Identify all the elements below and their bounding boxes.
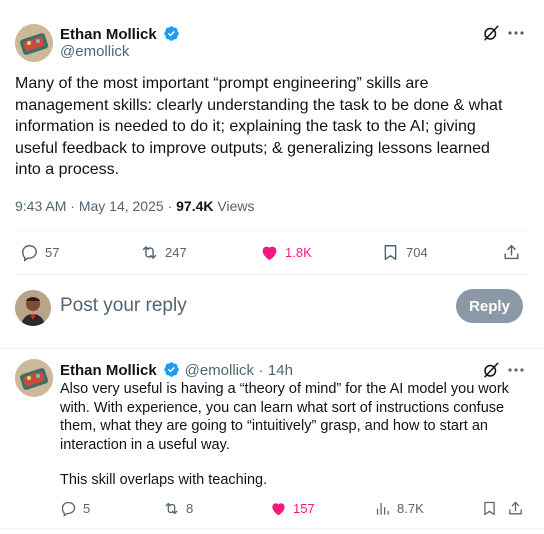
views-count: 97.4K [176, 198, 214, 214]
divider [0, 348, 544, 349]
grok-icon[interactable] [482, 361, 500, 379]
divider [15, 274, 529, 275]
reply-age[interactable]: 14h [268, 362, 293, 379]
reply-like-count: 157 [293, 501, 315, 516]
like-icon [272, 503, 285, 516]
verified-icon [164, 26, 179, 41]
repost-button[interactable]: 247 [140, 243, 187, 262]
tweet-time[interactable]: 9:43 AM [15, 198, 66, 214]
share-button[interactable] [502, 243, 521, 262]
reply-share-button[interactable] [507, 500, 524, 517]
reply-bookmark-button[interactable] [481, 500, 498, 517]
reply-repost-button[interactable]: 8 [163, 500, 193, 517]
reply-text-paragraph-2: This skill overlaps with teaching. [60, 472, 268, 488]
reply-input[interactable]: Post your reply [60, 295, 187, 317]
repost-count: 247 [165, 245, 187, 260]
divider [0, 528, 544, 529]
bookmark-button[interactable]: 704 [381, 243, 428, 262]
user-avatar[interactable] [15, 290, 51, 326]
bookmark-icon [484, 501, 495, 516]
tweet-text: Many of the most important “prompt engin… [15, 75, 503, 178]
share-icon [504, 245, 519, 260]
reply-reply-button[interactable]: 5 [60, 500, 90, 517]
reply-text: Also very useful is having a “theory of … [60, 381, 509, 453]
more-icon[interactable] [507, 26, 525, 40]
author-handle[interactable]: @emollick [60, 43, 129, 60]
reply-button[interactable]: 57 [20, 243, 59, 262]
divider [15, 230, 529, 231]
reply-icon [61, 501, 76, 517]
grok-icon[interactable] [482, 24, 500, 42]
views-icon [376, 502, 389, 515]
like-count: 1.8K [285, 245, 312, 260]
repost-icon [142, 246, 157, 259]
reply-count: 57 [45, 245, 60, 260]
reply-repost-count: 8 [186, 501, 194, 516]
bookmark-icon [384, 245, 397, 260]
reply-like-button[interactable]: 157 [270, 500, 315, 517]
more-icon[interactable] [507, 363, 525, 377]
verified-icon [164, 362, 179, 377]
separator-dot: · [70, 198, 75, 214]
like-icon [262, 246, 277, 261]
reply-author-handle[interactable]: @emollick [185, 362, 254, 379]
reply-reply-count: 5 [83, 501, 91, 516]
views-label: Views [217, 198, 255, 214]
separator-dot: · [258, 362, 264, 379]
share-icon [509, 501, 522, 515]
author-avatar[interactable] [15, 24, 53, 62]
separator-dot: · [167, 198, 173, 214]
reply-author-avatar[interactable] [15, 359, 53, 397]
reply-views-button[interactable]: 8.7K [374, 500, 424, 517]
author-name[interactable]: Ethan Mollick [60, 26, 157, 43]
reply-icon [22, 245, 37, 262]
reply-author-name[interactable]: Ethan Mollick [60, 362, 157, 379]
reply-views-count: 8.7K [397, 501, 424, 516]
tweet-date[interactable]: May 14, 2025 [79, 198, 164, 214]
like-button[interactable]: 1.8K [260, 243, 312, 262]
repost-icon [165, 502, 178, 515]
reply-submit-button[interactable]: Reply [456, 289, 523, 323]
bookmark-count: 704 [406, 245, 428, 260]
